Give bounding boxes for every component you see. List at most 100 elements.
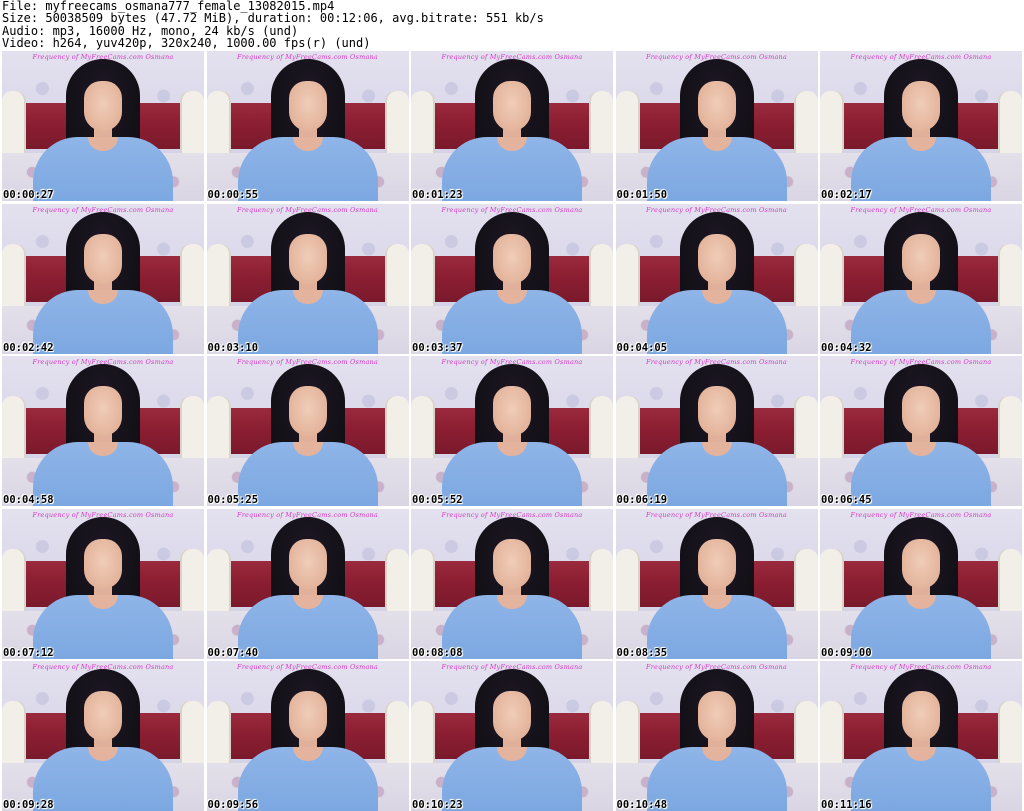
timestamp: 00:08:35 xyxy=(616,646,668,659)
face xyxy=(697,538,736,589)
watermark: Frequency of MyFreeCams.com Osmana xyxy=(850,53,992,61)
watermark: Frequency of MyFreeCams.com Osmana xyxy=(850,205,992,214)
watermark: Frequency of MyFreeCams.com Osmana xyxy=(441,53,583,61)
timestamp: 00:07:12 xyxy=(3,646,54,659)
person xyxy=(2,51,204,201)
face xyxy=(902,538,940,589)
video-thumbnail: Frequency of MyFreeCams.com Osmana 00:04:… xyxy=(615,203,818,354)
face xyxy=(288,691,327,741)
video-thumbnail: Frequency of MyFreeCams.com Osmana 00:00:… xyxy=(2,51,204,201)
person xyxy=(411,509,613,659)
person xyxy=(820,661,1022,811)
watermark: Frequency of MyFreeCams.com Osmana xyxy=(441,205,583,214)
video-thumbnail: Frequency of MyFreeCams.com Osmana 00:09:… xyxy=(820,508,1022,659)
person xyxy=(2,661,204,811)
timestamp: 00:04:05 xyxy=(616,341,668,354)
face xyxy=(493,691,531,741)
watermark: Frequency of MyFreeCams.com Osmana xyxy=(645,510,787,519)
watermark: Frequency of MyFreeCams.com Osmana xyxy=(850,663,992,671)
video-thumbnail: Frequency of MyFreeCams.com Osmana 00:07:… xyxy=(206,508,409,659)
video-thumbnail: Frequency of MyFreeCams.com Osmana 00:08:… xyxy=(411,508,613,659)
watermark: Frequency of MyFreeCams.com Osmana xyxy=(850,510,992,519)
timestamp: 00:09:28 xyxy=(3,799,54,811)
video-thumbnail: Frequency of MyFreeCams.com Osmana 00:05:… xyxy=(411,356,613,506)
person xyxy=(616,356,818,506)
watermark: Frequency of MyFreeCams.com Osmana xyxy=(441,663,583,671)
person xyxy=(411,356,613,506)
person xyxy=(820,356,1022,506)
face xyxy=(84,691,122,741)
timestamp: 00:10:23 xyxy=(412,799,463,811)
person xyxy=(207,204,409,354)
face xyxy=(84,233,122,284)
video-thumbnail: Frequency of MyFreeCams.com Osmana 00:04:… xyxy=(820,203,1022,354)
face xyxy=(84,538,122,589)
person xyxy=(2,509,204,659)
video-thumbnail: Frequency of MyFreeCams.com Osmana 00:10:… xyxy=(615,661,818,811)
timestamp: 00:00:55 xyxy=(207,189,259,201)
timestamp: 00:04:58 xyxy=(3,494,54,506)
size-line: Size: 50038509 bytes (47.72 MiB), durati… xyxy=(2,11,544,26)
watermark: Frequency of MyFreeCams.com Osmana xyxy=(441,358,583,366)
video-thumbnail: Frequency of MyFreeCams.com Osmana 00:02:… xyxy=(2,203,204,354)
watermark: Frequency of MyFreeCams.com Osmana xyxy=(236,53,378,61)
timestamp: 00:05:52 xyxy=(412,494,463,506)
video-thumbnail: Frequency of MyFreeCams.com Osmana 00:09:… xyxy=(2,661,204,811)
face xyxy=(902,233,940,284)
face xyxy=(84,81,122,131)
timestamp: 00:01:23 xyxy=(412,189,463,201)
video-thumbnail: Frequency of MyFreeCams.com Osmana 00:01:… xyxy=(411,51,613,201)
video-line: Video: h264, yuv420p, 320x240, 1000.00 f… xyxy=(2,36,371,51)
timestamp: 00:08:08 xyxy=(412,646,463,659)
timestamp: 00:00:27 xyxy=(3,189,54,201)
timestamp: 00:03:37 xyxy=(412,341,463,354)
video-thumbnail: Frequency of MyFreeCams.com Osmana 00:03:… xyxy=(206,203,409,354)
watermark: Frequency of MyFreeCams.com Osmana xyxy=(32,53,174,61)
timestamp: 00:06:45 xyxy=(821,494,872,506)
person xyxy=(616,204,818,354)
video-thumbnail: Frequency of MyFreeCams.com Osmana 00:06:… xyxy=(820,356,1022,506)
video-thumbnail: Frequency of MyFreeCams.com Osmana 00:00:… xyxy=(206,51,409,201)
watermark: Frequency of MyFreeCams.com Osmana xyxy=(32,358,174,366)
video-thumbnail: Frequency of MyFreeCams.com Osmana 00:04:… xyxy=(2,356,204,506)
watermark: Frequency of MyFreeCams.com Osmana xyxy=(645,205,787,214)
face xyxy=(288,233,327,284)
person xyxy=(207,356,409,506)
timestamp: 00:04:32 xyxy=(821,341,872,354)
face xyxy=(697,81,736,131)
video-thumbnail: Frequency of MyFreeCams.com Osmana 00:05:… xyxy=(206,356,409,506)
file-info-header: File: myfreecams_osmana777_female_130820… xyxy=(2,0,1022,50)
person xyxy=(207,661,409,811)
person xyxy=(207,51,409,201)
watermark: Frequency of MyFreeCams.com Osmana xyxy=(32,663,174,671)
timestamp: 00:11:16 xyxy=(821,799,872,811)
person xyxy=(820,509,1022,659)
timestamp: 00:09:00 xyxy=(821,646,872,659)
face xyxy=(697,386,736,436)
person xyxy=(411,51,613,201)
face xyxy=(493,538,531,589)
timestamp: 00:02:42 xyxy=(3,341,54,354)
watermark: Frequency of MyFreeCams.com Osmana xyxy=(32,205,174,214)
person xyxy=(616,51,818,201)
timestamp: 00:10:48 xyxy=(616,799,668,811)
video-thumbnail: Frequency of MyFreeCams.com Osmana 00:07:… xyxy=(2,508,204,659)
video-thumbnail: Frequency of MyFreeCams.com Osmana 00:02:… xyxy=(820,51,1022,201)
timestamp: 00:09:56 xyxy=(207,799,259,811)
face xyxy=(288,386,327,436)
video-thumbnail: Frequency of MyFreeCams.com Osmana 00:03:… xyxy=(411,203,613,354)
person xyxy=(2,356,204,506)
watermark: Frequency of MyFreeCams.com Osmana xyxy=(441,510,583,519)
watermark: Frequency of MyFreeCams.com Osmana xyxy=(236,205,378,214)
person xyxy=(2,204,204,354)
face xyxy=(288,81,327,131)
person xyxy=(820,51,1022,201)
watermark: Frequency of MyFreeCams.com Osmana xyxy=(645,663,787,671)
person xyxy=(616,661,818,811)
face xyxy=(902,386,940,436)
face xyxy=(697,691,736,741)
face xyxy=(288,538,327,589)
timestamp: 00:02:17 xyxy=(821,189,872,201)
watermark: Frequency of MyFreeCams.com Osmana xyxy=(645,53,787,61)
face xyxy=(902,81,940,131)
